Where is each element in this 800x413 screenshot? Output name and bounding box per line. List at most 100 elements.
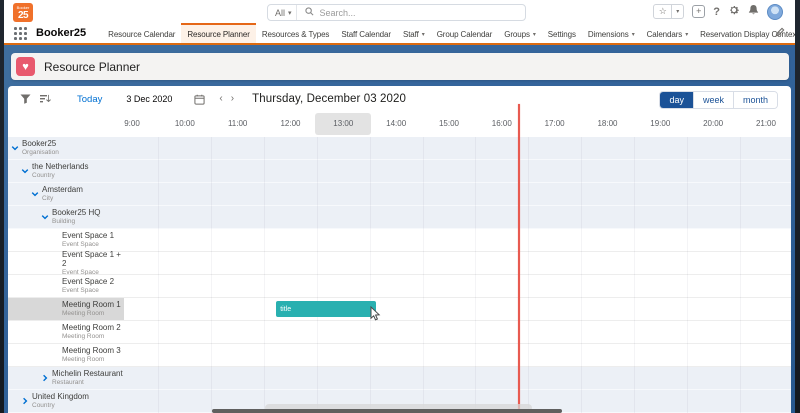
resource-label-cell[interactable]: Meeting Room 2Meeting Room <box>8 321 124 343</box>
horizontal-scrollbar-thumb[interactable] <box>212 409 562 413</box>
next-day-chevron[interactable]: › <box>231 94 234 104</box>
hour-label: 20:00 <box>703 119 723 128</box>
sort-order-icon[interactable] <box>40 94 51 104</box>
hour-label: 21:00 <box>756 119 776 128</box>
nav-tab-settings[interactable]: Settings <box>542 23 582 43</box>
resource-name: Booker25 HQ <box>52 208 100 218</box>
resource-row-meeting-room-1[interactable]: Meeting Room 1Meeting Room <box>8 298 791 321</box>
resource-name: Event Space 1 + 2 <box>62 250 124 269</box>
window-left-edge <box>0 0 4 413</box>
nav-tab-staff[interactable]: Staff▾ <box>397 23 431 43</box>
resource-type: Restaurant <box>52 379 123 387</box>
view-button-month[interactable]: month <box>733 92 777 108</box>
resource-row-michelin-restaurant[interactable]: Michelin RestaurantRestaurant <box>8 367 791 390</box>
filter-icon[interactable] <box>20 94 31 104</box>
nav-tab-resource-calendar[interactable]: Resource Calendar <box>102 23 181 43</box>
today-button[interactable]: Today <box>71 93 108 106</box>
selected-date[interactable]: 3 Dec 2020 <box>126 94 172 104</box>
resource-row-event-space-1-2[interactable]: Event Space 1 + 2Event Space <box>8 252 791 275</box>
booker25-logo[interactable]: Booker 25 <box>13 3 33 22</box>
hour-label: 14:00 <box>386 119 406 128</box>
tree-expand-chevron-icon[interactable] <box>41 374 49 382</box>
tree-collapse-chevron-icon[interactable] <box>21 167 29 175</box>
booker25-app-window: Booker 25 All ▾ ☆ ▾ + ? <box>0 0 800 413</box>
resource-row-amsterdam[interactable]: AmsterdamCity <box>8 183 791 206</box>
app-navigation-bar: Booker25 Resource CalendarResource Plann… <box>4 23 795 45</box>
resource-row-event-space-2[interactable]: Event Space 2Event Space <box>8 275 791 298</box>
chevron-down-icon: ▾ <box>533 31 536 38</box>
nav-tab-label: Staff <box>403 30 419 39</box>
resource-label-cell[interactable]: Event Space 1 + 2Event Space <box>8 252 124 274</box>
previous-day-chevron[interactable]: ‹ <box>219 94 222 104</box>
resource-row-meeting-room-2[interactable]: Meeting Room 2Meeting Room <box>8 321 791 344</box>
nav-tab-label: Group Calendar <box>437 30 493 39</box>
view-button-week[interactable]: week <box>693 92 733 108</box>
chevron-down-icon: ▾ <box>632 31 635 38</box>
tree-collapse-chevron-icon[interactable] <box>31 190 39 198</box>
search-scope-label: All <box>275 8 285 18</box>
resource-label-cell[interactable]: Meeting Room 1Meeting Room <box>8 298 124 320</box>
chevron-down-icon: ▾ <box>422 31 425 38</box>
resource-row-event-space-1[interactable]: Event Space 1Event Space <box>8 229 791 252</box>
resource-row-meeting-room-3[interactable]: Meeting Room 3Meeting Room <box>8 344 791 367</box>
view-switcher: dayweekmonth <box>659 91 778 109</box>
notifications-bell-icon[interactable] <box>748 3 759 21</box>
resource-label-cell[interactable]: the NetherlandsCountry <box>8 160 124 182</box>
add-icon[interactable]: + <box>692 5 705 18</box>
help-icon[interactable]: ? <box>713 6 720 18</box>
setup-gear-icon[interactable] <box>728 3 740 21</box>
tree-collapse-chevron-icon[interactable] <box>41 213 49 221</box>
nav-tab-label: Resource Calendar <box>108 30 175 39</box>
tree-collapse-chevron-icon[interactable] <box>11 144 19 152</box>
date-picker-calendar-icon[interactable] <box>194 94 205 105</box>
nav-tab-label: Settings <box>548 30 576 39</box>
hour-label: 19:00 <box>650 119 670 128</box>
resource-label-cell[interactable]: AmsterdamCity <box>8 183 124 205</box>
resource-label-cell[interactable]: Booker25Organisation <box>8 137 124 159</box>
resource-type: Meeting Room <box>62 333 121 341</box>
nav-tab-group-calendar[interactable]: Group Calendar <box>431 23 499 43</box>
resource-label-cell[interactable]: United KingdomCountry <box>8 390 124 412</box>
resource-type: Building <box>52 218 100 226</box>
resource-label-cell[interactable]: Event Space 2Event Space <box>8 275 124 297</box>
nav-tab-dimensions[interactable]: Dimensions▾ <box>582 23 641 43</box>
resource-name: Event Space 2 <box>62 277 114 287</box>
resource-name: Meeting Room 3 <box>62 346 121 356</box>
view-button-day[interactable]: day <box>660 92 693 108</box>
search-scope-selector[interactable]: All ▾ <box>268 5 297 20</box>
hour-label: 18:00 <box>597 119 617 128</box>
tree-expand-chevron-icon[interactable] <box>21 397 29 405</box>
current-time-indicator <box>518 104 520 413</box>
nav-tab-resource-planner[interactable]: Resource Planner <box>181 23 255 43</box>
resource-planner-panel: Today 3 Dec 2020 ‹ › Thursday, December … <box>8 86 791 413</box>
nav-tab-label: Resource Planner <box>187 30 249 39</box>
search-input[interactable] <box>318 7 525 19</box>
resource-label-cell[interactable]: Booker25 HQBuilding <box>8 206 124 228</box>
favorites-caret-icon[interactable]: ▾ <box>672 4 684 19</box>
nav-tab-calendars[interactable]: Calendars▾ <box>641 23 695 43</box>
resource-row-the-netherlands[interactable]: the NetherlandsCountry <box>8 160 791 183</box>
resource-row-booker25-hq[interactable]: Booker25 HQBuilding <box>8 206 791 229</box>
hour-label: 16:00 <box>492 119 512 128</box>
resource-name: Michelin Restaurant <box>52 369 123 379</box>
user-avatar[interactable] <box>767 4 783 20</box>
resource-label-cell[interactable]: Meeting Room 3Meeting Room <box>8 344 124 366</box>
nav-tab-resources-types[interactable]: Resources & Types <box>256 23 336 43</box>
hour-label: 9:00 <box>124 119 140 128</box>
edit-pencil-icon[interactable] <box>775 24 785 42</box>
hour-label: 11:00 <box>228 119 247 128</box>
global-search[interactable]: All ▾ <box>267 4 526 21</box>
nav-tab-groups[interactable]: Groups▾ <box>498 23 542 43</box>
resource-type: Organisation <box>22 149 59 157</box>
nav-tab-label: Staff Calendar <box>341 30 391 39</box>
nav-tab-staff-calendar[interactable]: Staff Calendar <box>335 23 397 43</box>
resource-row-booker25[interactable]: Booker25Organisation <box>8 137 791 160</box>
favorites-star-icon[interactable]: ☆ <box>653 4 672 19</box>
timeline-hours-header: 9:0010:0011:0012:0013:0014:0015:0016:001… <box>8 112 791 138</box>
app-launcher-waffle-icon[interactable] <box>14 27 27 40</box>
resource-label-cell[interactable]: Event Space 1Event Space <box>8 229 124 251</box>
reservation-event-bar[interactable]: title <box>276 301 376 317</box>
hour-label: 12:00 <box>280 119 300 128</box>
resource-type: Country <box>32 172 88 180</box>
resource-label-cell[interactable]: Michelin RestaurantRestaurant <box>8 367 124 389</box>
